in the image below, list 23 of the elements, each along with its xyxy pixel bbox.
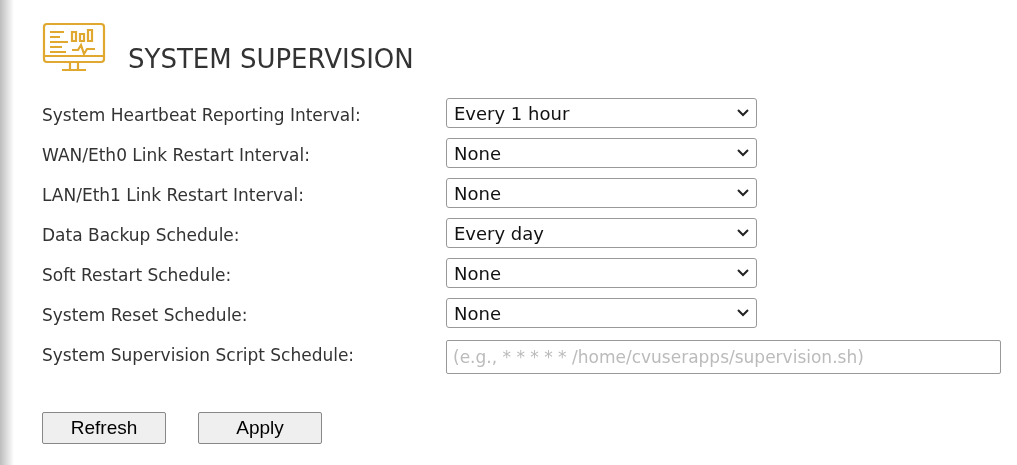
chevron-down-icon — [737, 269, 749, 277]
dropdown[interactable]: None — [446, 298, 757, 328]
dropdown[interactable]: None — [446, 138, 757, 168]
dropdown[interactable]: None — [446, 178, 757, 208]
chevron-down-icon — [737, 309, 749, 317]
chevron-down-icon — [737, 109, 749, 117]
action-button[interactable]: Apply — [198, 412, 322, 444]
dropdown[interactable]: Every 1 hour — [446, 98, 757, 128]
input-field[interactable]: (e.g., * * * * * /home/cvuserapps/supervision.sh) — [446, 340, 1001, 374]
field-label: System Heartbeat Reporting Interval: — [42, 104, 362, 128]
dropdown[interactable]: Every day — [446, 218, 757, 248]
chevron-down-icon — [737, 189, 749, 197]
field-label: Data Backup Schedule: — [42, 224, 241, 248]
action-button[interactable]: Refresh — [42, 412, 166, 444]
field-label: System Reset Schedule: — [42, 304, 249, 328]
field-label: Soft Restart Schedule: — [42, 264, 233, 288]
dropdown[interactable]: None — [446, 258, 757, 288]
chevron-down-icon — [737, 229, 749, 237]
field-label: System Supervision Script Schedule: — [42, 344, 356, 368]
field-label: LAN/Eth1 Link Restart Interval: — [42, 184, 305, 208]
page-title: SYSTEM SUPERVISION — [128, 46, 414, 72]
field-label: WAN/Eth0 Link Restart Interval: — [42, 144, 311, 168]
chevron-down-icon — [737, 149, 749, 157]
